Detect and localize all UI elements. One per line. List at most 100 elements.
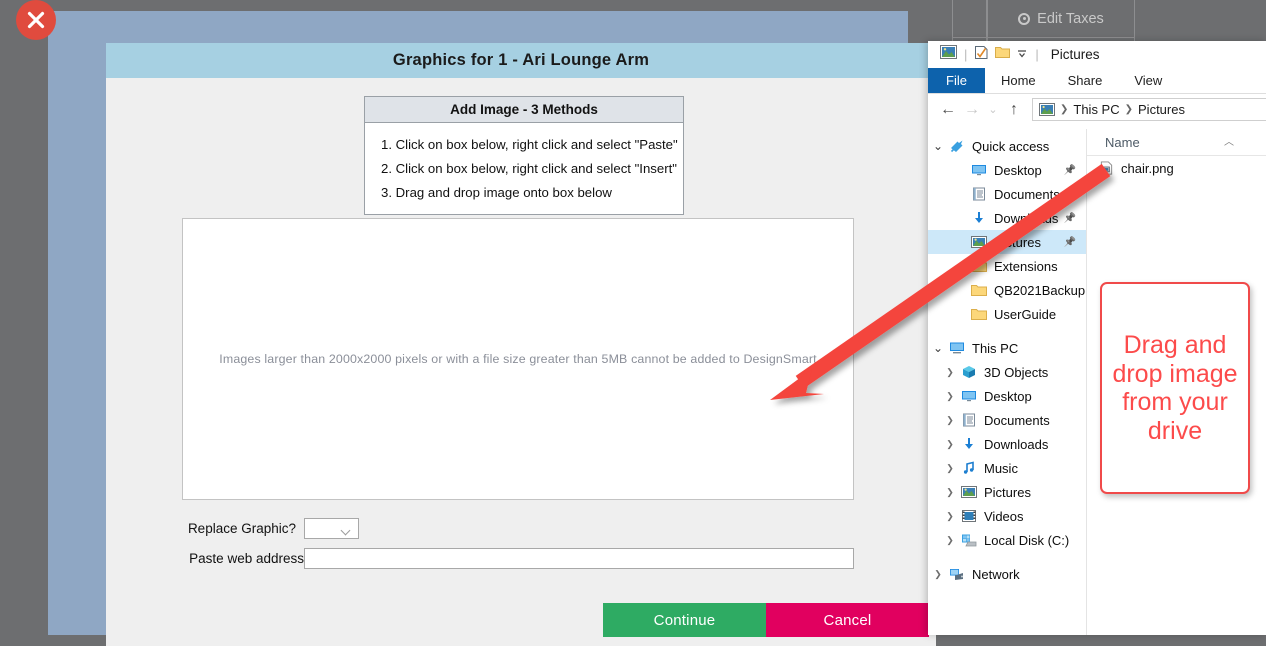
breadcrumb-pictures[interactable]: Pictures [1138, 102, 1185, 117]
nav-tree-item-userguide[interactable]: UserGuide [928, 302, 1086, 326]
chevron-right-icon: ❯ [946, 438, 954, 449]
folder-icon [970, 282, 988, 298]
nav-tree-item-music[interactable]: ❯ Music [928, 456, 1086, 480]
nav-tree-item-label: This PC [972, 340, 1019, 356]
chevron-right-icon: ❯ [946, 366, 954, 377]
background-tab-blank [952, 0, 987, 38]
navigation-pane: ⌄ Quick access Desktop 📌 Documents 📌 Downloads… [928, 129, 1086, 635]
nav-tree-item-this-pc[interactable]: ⌄ This PC [928, 336, 1086, 360]
pin-icon[interactable]: 📌 [1064, 237, 1076, 248]
documents-icon [970, 186, 988, 202]
nav-tree-item-pictures[interactable]: Pictures 📌 [928, 230, 1086, 254]
3dobjects-icon [960, 364, 978, 380]
pictures-icon [970, 234, 988, 250]
address-bar: ← → ⌄ ↑ ❯ This PC ❯ Pictures [928, 94, 1266, 125]
breadcrumb-this-pc[interactable]: This PC [1073, 102, 1119, 117]
methods-list: 1. Click on box below, right click and s… [365, 123, 683, 214]
up-icon[interactable]: ↑ [1002, 98, 1026, 122]
breadcrumb[interactable]: ❯ This PC ❯ Pictures [1032, 98, 1266, 121]
nav-tree-item-desktop[interactable]: Desktop 📌 [928, 158, 1086, 182]
quick-access-toolbar: | | Pictures [928, 41, 1266, 68]
modal-button-row: Continue Cancel [603, 603, 929, 637]
add-image-methods-panel: Add Image - 3 Methods 1. Click on box be… [364, 96, 684, 215]
method-item-1: 1. Click on box below, right click and s… [381, 136, 678, 152]
nav-tree-item-downloads[interactable]: Downloads 📌 [928, 206, 1086, 230]
nav-tree-item-label: Desktop [984, 388, 1032, 404]
paste-web-address-label: Paste web address [189, 550, 304, 566]
nav-tree-item-label: Downloads [984, 436, 1049, 452]
nav-tree-item-videos[interactable]: ❯ Videos [928, 504, 1086, 528]
chevron-right-icon: ❯ [946, 486, 954, 497]
column-header-name[interactable]: Name [1105, 135, 1140, 150]
background-tabstrip: Edit Taxes [952, 0, 1135, 38]
tab-view[interactable]: View [1118, 68, 1178, 93]
graphics-modal: Graphics for 1 - Ari Lounge Arm Add Imag… [106, 43, 936, 646]
chevron-right-icon: ❯ [946, 462, 954, 473]
nav-tree-item-documents[interactable]: Documents 📌 [928, 182, 1086, 206]
nav-tree-item-label: 3D Objects [984, 364, 1049, 380]
paste-web-address-input[interactable] [304, 547, 854, 569]
window-title: Pictures [1050, 47, 1100, 62]
nav-tree-item-network[interactable]: ❯ Network [928, 562, 1086, 586]
methods-panel-heading: Add Image - 3 Methods [365, 97, 683, 123]
forward-icon[interactable]: → [960, 98, 984, 122]
folder-icon [970, 258, 988, 274]
nav-tree-item-label: QB2021BackupFiles [994, 282, 1086, 298]
picture-icon[interactable] [940, 45, 957, 64]
desktop-icon [960, 388, 978, 404]
nav-tree-item-downloads[interactable]: ❯ Downloads [928, 432, 1086, 456]
pin-icon[interactable]: 📌 [1064, 213, 1076, 224]
background-tab-edit-taxes: Edit Taxes [987, 0, 1135, 38]
method-item-2: 2. Click on box below, right click and s… [381, 160, 677, 176]
chevron-right-icon: ❯ [946, 510, 954, 521]
file-row[interactable]: chair.png [1087, 156, 1266, 180]
chevron-right-icon: ❯ [946, 534, 954, 545]
tab-file[interactable]: File [928, 68, 985, 93]
nav-tree-item-pictures[interactable]: ❯ Pictures [928, 480, 1086, 504]
pictures-icon [960, 484, 978, 500]
downloads-icon [970, 210, 988, 226]
dropzone-hint-text: Images larger than 2000x2000 pixels or w… [219, 352, 817, 366]
nav-tree-item-label: Network [972, 566, 1020, 582]
method-item-3: 3. Drag and drop image onto box below [381, 184, 612, 200]
nav-tree-item-qb2021backupfiles[interactable]: QB2021BackupFiles [928, 278, 1086, 302]
drag-drop-callout: Drag and drop image from your drive [1100, 282, 1250, 494]
nav-tree-item-label: Videos [984, 508, 1024, 524]
nav-tree-item-extensions[interactable]: Extensions [928, 254, 1086, 278]
nav-tree-item-desktop[interactable]: ❯ Desktop [928, 384, 1086, 408]
new-folder-icon[interactable] [995, 45, 1011, 64]
close-button[interactable] [16, 0, 56, 40]
continue-button[interactable]: Continue [603, 603, 766, 637]
replace-graphic-select[interactable] [304, 517, 359, 539]
videos-icon [960, 508, 978, 524]
cancel-button[interactable]: Cancel [766, 603, 929, 637]
nav-tree-item-label: Documents [994, 186, 1060, 202]
nav-tree-item-3d-objects[interactable]: ❯ 3D Objects [928, 360, 1086, 384]
tab-share[interactable]: Share [1052, 68, 1119, 93]
pin-icon[interactable]: 📌 [1064, 189, 1076, 200]
column-header-row: Name ︿ [1087, 129, 1266, 156]
toolbar-divider-2: | [1035, 47, 1039, 62]
image-dropzone[interactable]: Images larger than 2000x2000 pixels or w… [182, 218, 854, 500]
nav-tree-item-label: Quick access [972, 138, 1050, 154]
background-tab-label: Edit Taxes [1037, 10, 1104, 27]
back-icon[interactable]: ← [936, 98, 960, 122]
breadcrumb-separator-2: ❯ [1124, 104, 1134, 115]
customize-chevron-icon[interactable] [1016, 46, 1028, 64]
chevron-right-icon: ❯ [946, 414, 954, 425]
nav-tree-item-documents[interactable]: ❯ Documents [928, 408, 1086, 432]
nav-tree-item-label: Pictures [984, 484, 1031, 500]
pin-icon[interactable]: 📌 [1064, 165, 1076, 176]
properties-icon[interactable] [974, 45, 989, 65]
nav-tree-item-label: Downloads [994, 210, 1059, 226]
recent-locations-icon[interactable]: ⌄ [984, 98, 1002, 122]
chevron-right-icon: ❯ [946, 390, 954, 401]
tab-home[interactable]: Home [985, 68, 1052, 93]
nav-tree-item-local-disk-c[interactable]: ❯ Local Disk (C:) [928, 528, 1086, 552]
breadcrumb-separator-1: ❯ [1060, 104, 1069, 115]
drag-drop-callout-text: Drag and drop image from your drive [1112, 331, 1238, 445]
downloads-icon [960, 436, 978, 452]
nav-tree-item-quick-access[interactable]: ⌄ Quick access [928, 134, 1086, 158]
